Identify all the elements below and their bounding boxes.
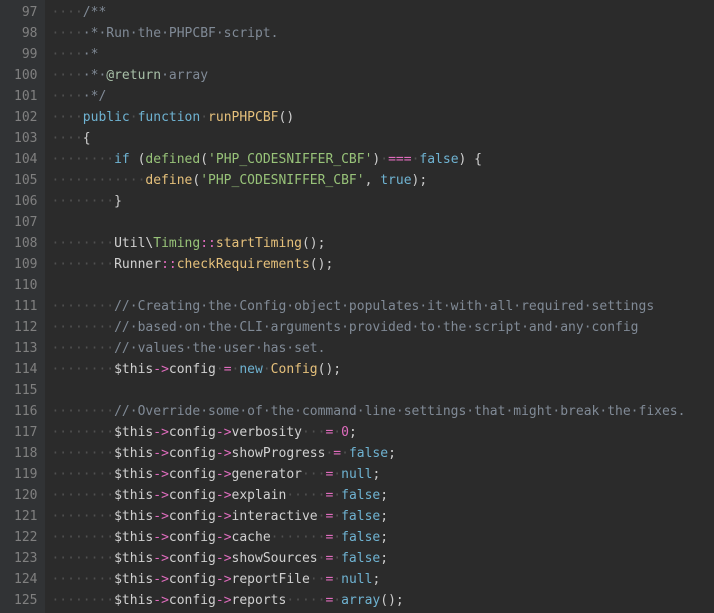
line-number: 106	[14, 191, 37, 212]
code-line[interactable]: ·····*/	[51, 86, 714, 107]
code-line[interactable]: ········$this->config->showProgress·=·fa…	[51, 443, 714, 464]
code-line[interactable]	[51, 212, 714, 233]
line-number: 121	[14, 506, 37, 527]
code-line[interactable]: ········//·values·the·user·has·set.	[51, 338, 714, 359]
line-number: 120	[14, 485, 37, 506]
code-line[interactable]: ········Util\Timing::startTiming();	[51, 233, 714, 254]
line-number: 104	[14, 149, 37, 170]
line-number: 98	[14, 23, 37, 44]
line-number: 125	[14, 590, 37, 611]
line-number: 99	[14, 44, 37, 65]
code-line[interactable]: ········$this->config->cache·······=·fal…	[51, 527, 714, 548]
line-number: 117	[14, 422, 37, 443]
code-line[interactable]: ····{	[51, 128, 714, 149]
code-line[interactable]: ·····*·Run·the·PHPCBF·script.	[51, 23, 714, 44]
line-number: 108	[14, 233, 37, 254]
line-number: 109	[14, 254, 37, 275]
line-number: 113	[14, 338, 37, 359]
line-number: 115	[14, 380, 37, 401]
code-line[interactable]: ········//·based·on·the·CLI·arguments·pr…	[51, 317, 714, 338]
line-number-gutter: 9798991001011021031041051061071081091101…	[0, 0, 45, 613]
code-line[interactable]: ········$this->config->verbosity···=·0;	[51, 422, 714, 443]
code-line[interactable]: ········if (defined('PHP_CODESNIFFER_CBF…	[51, 149, 714, 170]
code-area[interactable]: ····/**·····*·Run·the·PHPCBF·script.····…	[45, 0, 714, 613]
code-line[interactable]: ········$this->config->reports·····=·arr…	[51, 590, 714, 611]
line-number: 100	[14, 65, 37, 86]
line-number: 107	[14, 212, 37, 233]
code-line[interactable]: ········$this->config->generator···=·nul…	[51, 464, 714, 485]
code-line[interactable]: ········//·Creating·the·Config·object·po…	[51, 296, 714, 317]
line-number: 103	[14, 128, 37, 149]
code-line[interactable]: ············define('PHP_CODESNIFFER_CBF'…	[51, 170, 714, 191]
line-number: 111	[14, 296, 37, 317]
code-line[interactable]: ········$this->config·=·new·Config();	[51, 359, 714, 380]
line-number: 110	[14, 275, 37, 296]
code-editor[interactable]: 9798991001011021031041051061071081091101…	[0, 0, 714, 613]
line-number: 105	[14, 170, 37, 191]
code-line[interactable]: ········$this->config->showSources·=·fal…	[51, 548, 714, 569]
code-line[interactable]: ········$this->config->interactive·=·fal…	[51, 506, 714, 527]
code-line[interactable]: ····public·function·runPHPCBF()	[51, 107, 714, 128]
code-line[interactable]: ········//·Override·some·of·the·command·…	[51, 401, 714, 422]
code-line[interactable]: ····/**	[51, 2, 714, 23]
code-line[interactable]: ·····*	[51, 44, 714, 65]
line-number: 123	[14, 548, 37, 569]
line-number: 97	[14, 2, 37, 23]
line-number: 102	[14, 107, 37, 128]
code-line[interactable]: ········$this->config->reportFile··=·nul…	[51, 569, 714, 590]
line-number: 112	[14, 317, 37, 338]
line-number: 124	[14, 569, 37, 590]
line-number: 101	[14, 86, 37, 107]
code-line[interactable]: ········$this->config->explain·····=·fal…	[51, 485, 714, 506]
code-line[interactable]	[51, 380, 714, 401]
code-line[interactable]: ········Runner::checkRequirements();	[51, 254, 714, 275]
code-line[interactable]: ·····*·@return·array	[51, 65, 714, 86]
line-number: 118	[14, 443, 37, 464]
code-line[interactable]	[51, 275, 714, 296]
line-number: 119	[14, 464, 37, 485]
code-line[interactable]: ········}	[51, 191, 714, 212]
line-number: 114	[14, 359, 37, 380]
line-number: 122	[14, 527, 37, 548]
line-number: 116	[14, 401, 37, 422]
